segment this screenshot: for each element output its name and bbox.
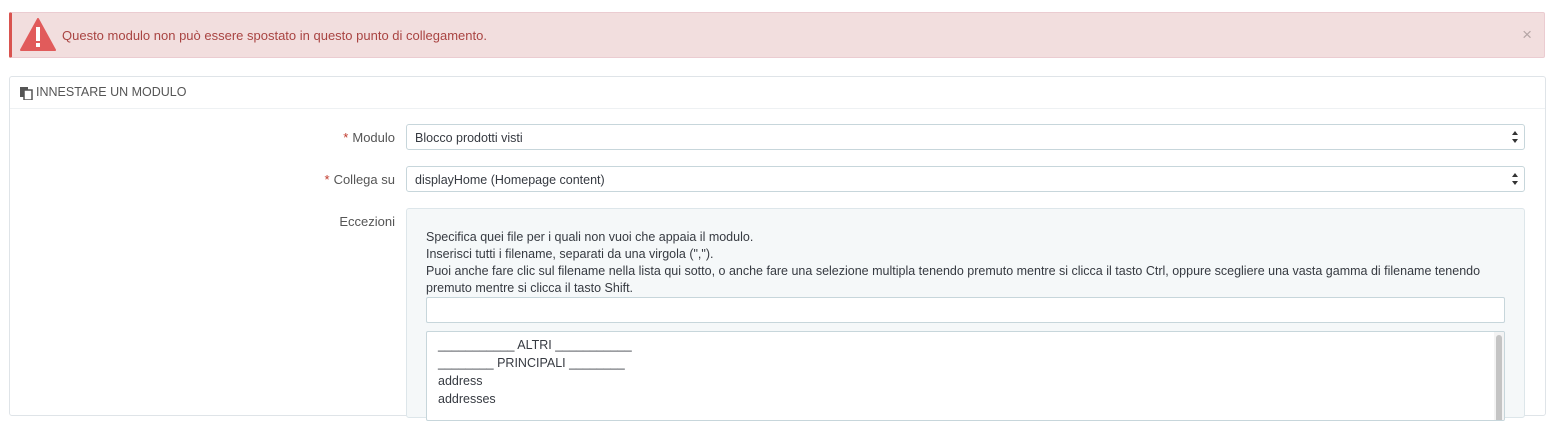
hook-label-text: Collega su: [333, 172, 395, 187]
module-label: * Modulo: [0, 130, 395, 145]
hook-select[interactable]: displayHome (Homepage content): [406, 166, 1525, 192]
hook-label: * Collega su: [0, 172, 396, 187]
scrollbar-thumb[interactable]: [1496, 335, 1502, 420]
required-marker: *: [343, 130, 349, 145]
module-select-value: Blocco prodotti visti: [415, 131, 523, 145]
help-line: Specifica quei file per i quali non vuoi…: [426, 230, 754, 244]
hook-select-value: displayHome (Homepage content): [415, 173, 605, 187]
warning-icon: [20, 18, 56, 51]
close-icon[interactable]: ×: [1522, 25, 1532, 45]
exceptions-help: Specifica quei file per i quali non vuoi…: [426, 229, 1506, 297]
list-item[interactable]: address: [438, 374, 482, 388]
exceptions-list[interactable]: ___________ ALTRI ___________ ________ P…: [426, 331, 1505, 421]
exceptions-input[interactable]: [426, 297, 1505, 323]
list-item[interactable]: ___________ ALTRI ___________: [438, 338, 632, 352]
error-alert: Questo modulo non può essere spostato in…: [9, 12, 1545, 58]
select-arrows-icon: [1512, 131, 1518, 143]
list-item[interactable]: addresses: [438, 392, 496, 406]
select-arrows-icon: [1512, 173, 1518, 185]
panel-title: INNESTARE UN MODULO: [36, 85, 187, 99]
panel-heading: INNESTARE UN MODULO: [10, 77, 1545, 109]
help-line: Inserisci tutti i filename, separati da …: [426, 247, 714, 261]
exceptions-label: Eccezioni: [339, 214, 395, 229]
required-marker: *: [324, 172, 330, 187]
module-label-text: Modulo: [352, 130, 395, 145]
help-line: Puoi anche fare clic sul filename nella …: [426, 264, 1481, 295]
list-item[interactable]: ________ PRINCIPALI ________: [438, 356, 625, 370]
alert-message: Questo modulo non può essere spostato in…: [62, 28, 487, 43]
module-select[interactable]: Blocco prodotti visti: [406, 124, 1525, 150]
exceptions-box: Specifica quei file per i quali non vuoi…: [406, 208, 1525, 421]
paste-icon: [20, 87, 33, 100]
